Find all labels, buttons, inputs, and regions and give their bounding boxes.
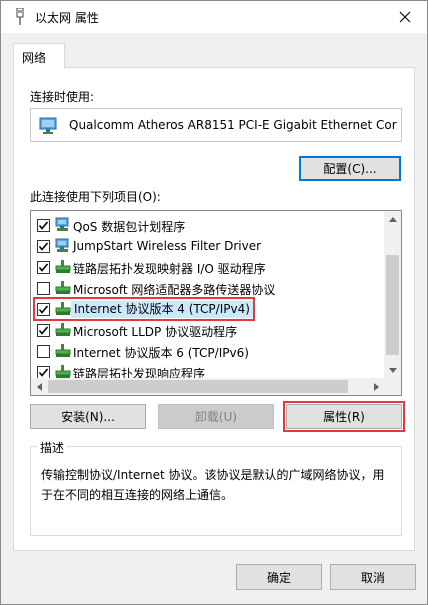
network-client-icon — [55, 238, 71, 254]
items-list[interactable]: QoS 数据包计划程序 JumpStart Wireless Filter Dri… — [30, 210, 402, 396]
tab-label: 网络 — [22, 51, 47, 65]
scroll-up-icon[interactable] — [384, 211, 401, 228]
install-button[interactable]: 安装(N)... — [30, 404, 146, 429]
description-text: 传输控制协议/Internet 协议。该协议是默认的广域网络协议，用于在不同的相… — [41, 468, 385, 502]
ipv4-highlight-box — [33, 297, 255, 321]
adapter-display: Qualcomm Atheros AR8151 PCI-E Gigabit Et… — [30, 108, 402, 142]
network-client-icon — [55, 217, 71, 233]
list-item-label: QoS 数据包计划程序 — [73, 220, 186, 234]
close-button[interactable] — [383, 1, 427, 33]
list-item[interactable]: 链路层拓扑发现映射器 I/O 驱动程序 — [31, 257, 383, 278]
checkmark-icon — [38, 368, 49, 377]
list-item[interactable]: QoS 数据包计划程序 — [31, 215, 383, 236]
list-item-label: Internet 协议版本 6 (TCP/IPv6) — [73, 346, 249, 360]
connect-using-label: 连接时使用: — [30, 90, 95, 104]
ok-button[interactable]: 确定 — [236, 564, 322, 590]
checkbox-checked[interactable] — [37, 240, 50, 253]
monitor-network-icon — [39, 117, 59, 135]
checkbox-checked[interactable] — [37, 219, 50, 232]
checkbox-unchecked[interactable] — [37, 282, 50, 295]
network-protocol-icon — [55, 343, 71, 359]
properties-dialog: 以太网 属性 网络 连接时使用: Qualcomm Atheros AR8151… — [0, 0, 428, 605]
checkmark-icon — [38, 242, 49, 251]
list-item-label: Microsoft 网络适配器多路传送器协议 — [73, 283, 276, 297]
checkmark-icon — [38, 326, 49, 335]
checkmark-icon — [38, 263, 49, 272]
horizontal-scroll-thumb[interactable] — [48, 380, 348, 393]
list-item[interactable]: JumpStart Wireless Filter Driver — [31, 236, 383, 257]
window-title: 以太网 属性 — [35, 11, 99, 25]
network-protocol-icon — [55, 259, 71, 275]
close-icon — [399, 11, 411, 23]
scroll-left-icon[interactable] — [31, 378, 48, 395]
cancel-button[interactable]: 取消 — [330, 564, 416, 590]
adapter-name: Qualcomm Atheros AR8151 PCI-E Gigabit Et… — [69, 118, 397, 132]
network-tab-panel: 连接时使用: Qualcomm Atheros AR8151 PCI-E Gig… — [13, 67, 415, 551]
list-item[interactable]: Microsoft 网络适配器多路传送器协议 — [31, 278, 383, 299]
list-item-label: 链路层拓扑发现映射器 I/O 驱动程序 — [73, 262, 266, 276]
list-item-label: JumpStart Wireless Filter Driver — [73, 239, 262, 253]
checkbox-checked[interactable] — [37, 324, 50, 337]
horizontal-scrollbar[interactable] — [31, 378, 401, 395]
vertical-scroll-thumb[interactable] — [386, 255, 399, 355]
tab-network[interactable]: 网络 — [13, 43, 65, 69]
scroll-right-icon[interactable] — [368, 378, 385, 395]
network-protocol-icon — [55, 322, 71, 338]
uninstall-button[interactable]: 卸载(U) — [158, 404, 274, 429]
title-bar: 以太网 属性 — [1, 1, 427, 33]
checkbox-unchecked[interactable] — [37, 345, 50, 358]
list-item[interactable]: Internet 协议版本 6 (TCP/IPv6) — [31, 341, 383, 362]
network-adapter-icon — [13, 7, 27, 26]
list-item[interactable]: Microsoft LLDP 协议驱动程序 — [31, 320, 383, 341]
scroll-down-icon[interactable] — [384, 362, 401, 379]
list-item-label: Microsoft LLDP 协议驱动程序 — [73, 325, 238, 339]
checkmark-icon — [38, 221, 49, 230]
description-group: 描述 传输控制协议/Internet 协议。该协议是默认的广域网络协议，用于在不… — [30, 439, 402, 536]
description-title: 描述 — [37, 439, 68, 456]
configure-button[interactable]: 配置(C)... — [299, 156, 401, 181]
checkbox-checked[interactable] — [37, 261, 50, 274]
vertical-scrollbar[interactable] — [384, 211, 401, 379]
properties-highlight-box — [283, 401, 405, 432]
network-protocol-icon — [55, 280, 71, 296]
items-label: 此连接使用下列项目(O): — [30, 190, 161, 204]
